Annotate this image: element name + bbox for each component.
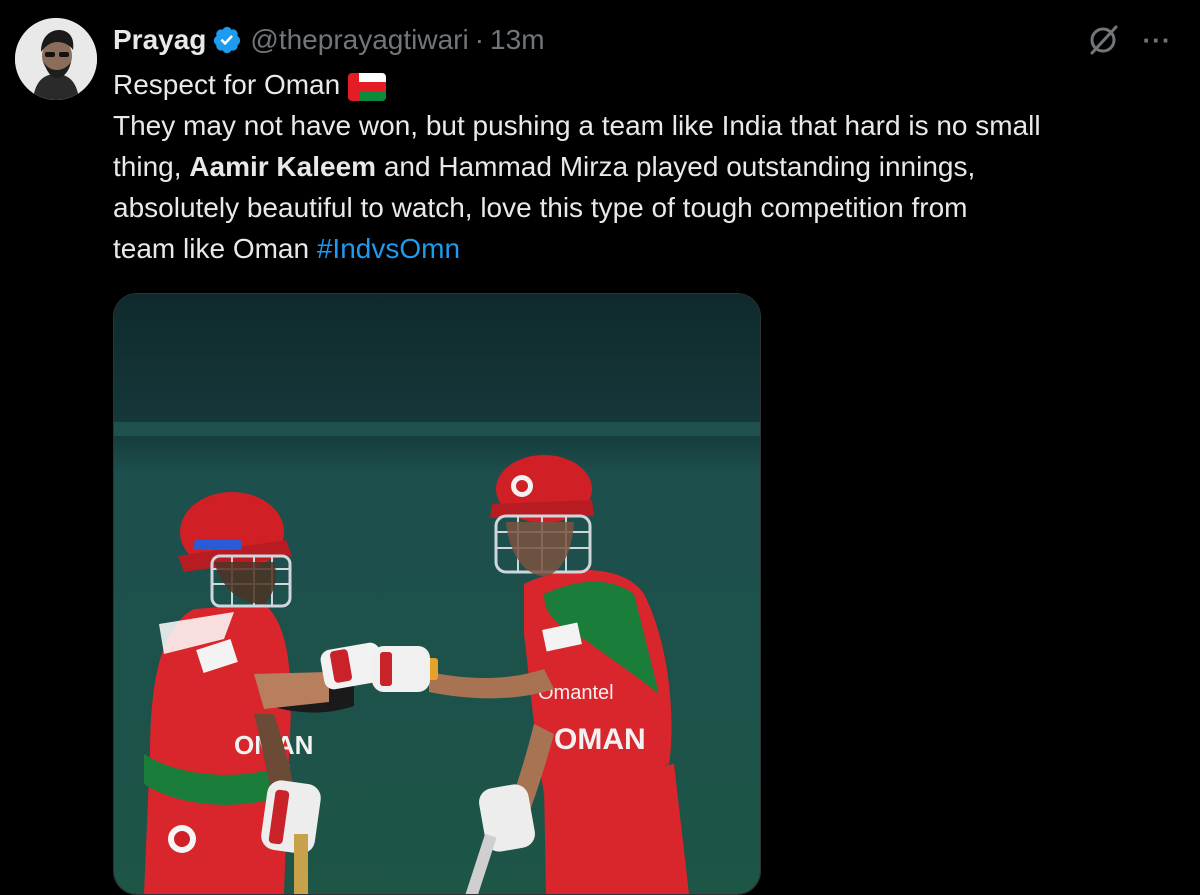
dot-separator: · [474,24,485,55]
verified-badge-icon [212,25,242,55]
cricket-photo: OMAN OMAN Omantel [114,294,760,894]
tweet-line-5: team like Oman #IndvsOmn [113,228,1183,269]
hashtag-link[interactable]: #IndvsOmn [317,233,460,264]
right-jersey-text: OMAN [554,723,646,756]
grok-icon[interactable] [1083,20,1123,60]
tweet-header: Prayag @theprayagtiwari · 13m [113,20,545,60]
tweet-line-2: They may not have won, but pushing a tea… [113,110,1041,141]
oman-flag-icon [348,72,387,101]
avatar[interactable] [15,18,97,100]
more-options-icon[interactable]: ··· [1137,20,1177,60]
author-name[interactable]: Prayag [113,24,206,56]
tweet-line-3-start: thing, [113,151,190,182]
tweet-line-3: thing, Aamir Kaleem and Hammad Mirza pla… [113,146,1183,187]
tweet-line-5-start: team like Oman [113,233,317,264]
mention-aamir-kaleem: Aamir Kaleem [189,151,377,182]
tweet-media-photo[interactable]: OMAN OMAN Omantel [113,293,761,895]
tweet-line-1: Respect for Oman [113,64,1183,105]
timestamp[interactable]: 13m [490,24,544,56]
tweet-line-1-text: Respect for Oman [113,69,341,100]
tweet-line-3-end: and Hammad Mirza played outstanding inni… [376,151,976,182]
author-handle[interactable]: @theprayagtiwari [250,24,468,56]
tweet-text: Respect for Oman They may not have won, … [113,64,1183,269]
tweet-line-4: absolutely beautiful to watch, love this… [113,192,968,223]
avatar-image [15,18,97,100]
